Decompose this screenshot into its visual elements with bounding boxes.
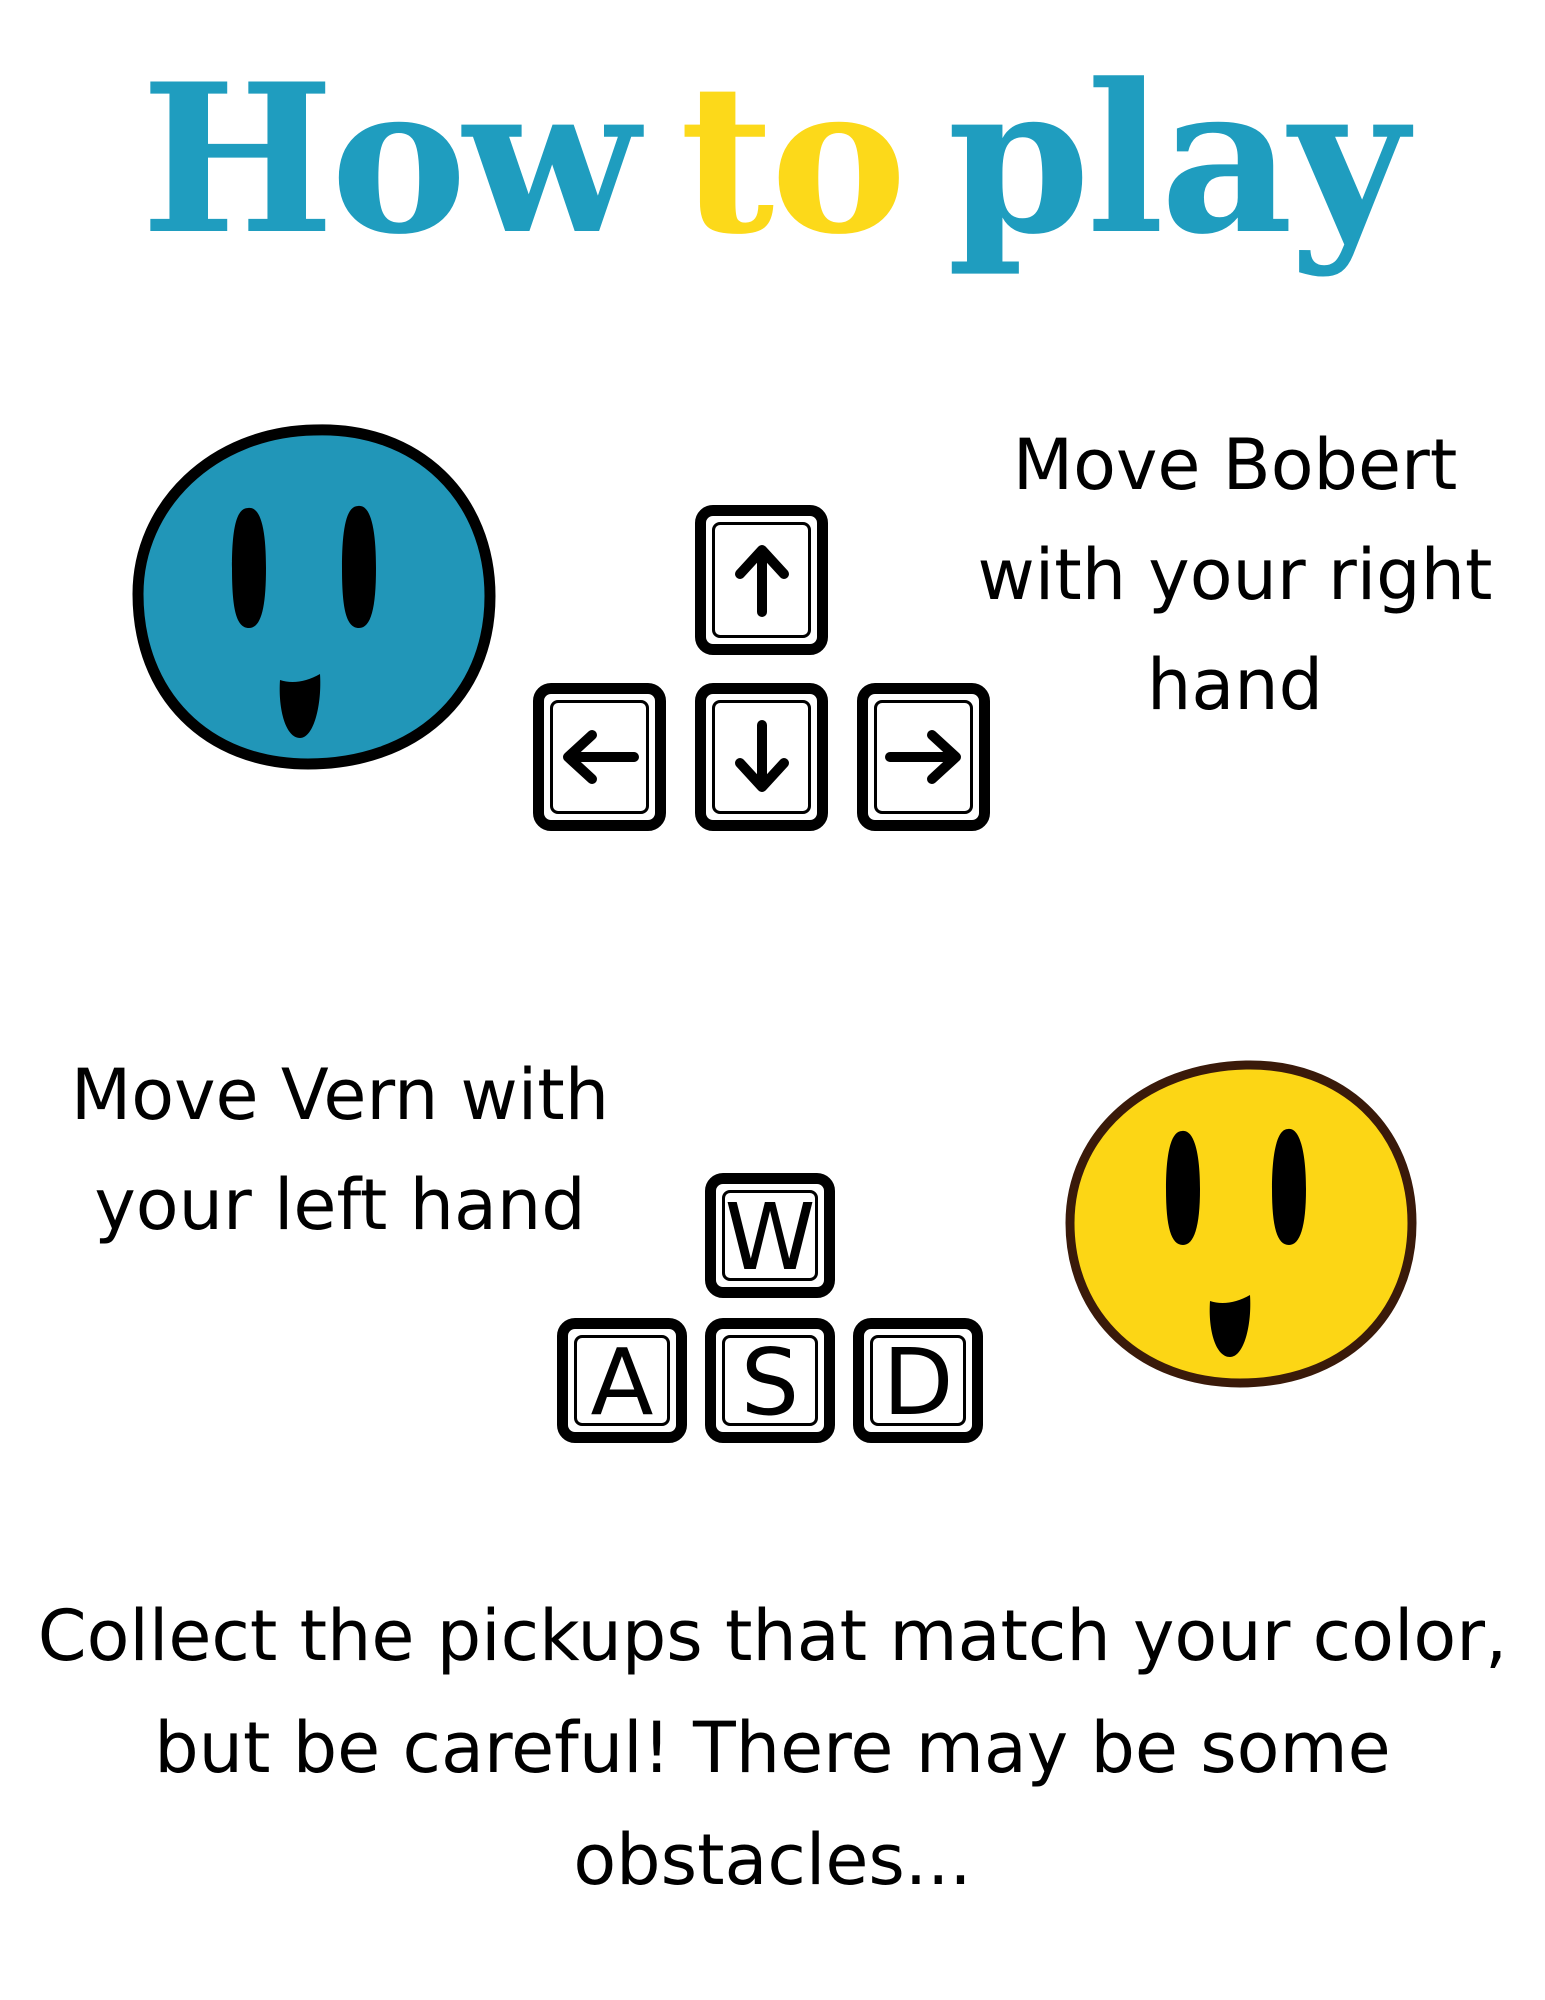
arrow-down-key [695, 683, 828, 831]
w-key-label: W [724, 1183, 816, 1291]
d-key: D [853, 1318, 983, 1443]
footer-line-1: Collect the pickups that match your colo… [37, 1595, 1508, 1677]
vern-character-icon [1065, 1060, 1417, 1388]
d-key-label: D [882, 1328, 954, 1436]
arrow-left-key [533, 683, 666, 831]
bobert-instructions-line-2: with your right [977, 534, 1493, 616]
vern-instructions-line-1: Move Vern with [70, 1054, 610, 1136]
bobert-character-icon [132, 424, 496, 770]
arrow-up-icon [734, 545, 789, 617]
footer-instructions: Collect the pickups that match your colo… [0, 1580, 1545, 1916]
page-title: How to play [0, 40, 1545, 280]
vern-instructions-line-2: your left hand [94, 1164, 586, 1246]
s-key-label: S [740, 1328, 800, 1436]
title-word-play: play [947, 40, 1408, 280]
footer-line-2: but be careful! There may be some [154, 1707, 1391, 1789]
arrow-up-key [695, 505, 828, 655]
arrow-right-icon [884, 730, 961, 784]
bobert-instructions: Move Bobert with your right hand [940, 410, 1530, 740]
vern-instructions: Move Vern with your left hand [20, 1040, 660, 1260]
title-word-to: to [679, 40, 907, 280]
arrow-down-icon [734, 720, 789, 792]
title-word-how: How [140, 40, 640, 280]
bobert-instructions-line-3: hand [1146, 644, 1324, 726]
s-key: S [705, 1318, 835, 1443]
a-key-label: A [590, 1328, 654, 1436]
w-key: W [705, 1173, 835, 1298]
a-key: A [557, 1318, 687, 1443]
bobert-instructions-line-1: Move Bobert [1012, 424, 1458, 506]
arrow-left-icon [562, 730, 639, 784]
footer-line-3: obstacles... [573, 1819, 972, 1901]
